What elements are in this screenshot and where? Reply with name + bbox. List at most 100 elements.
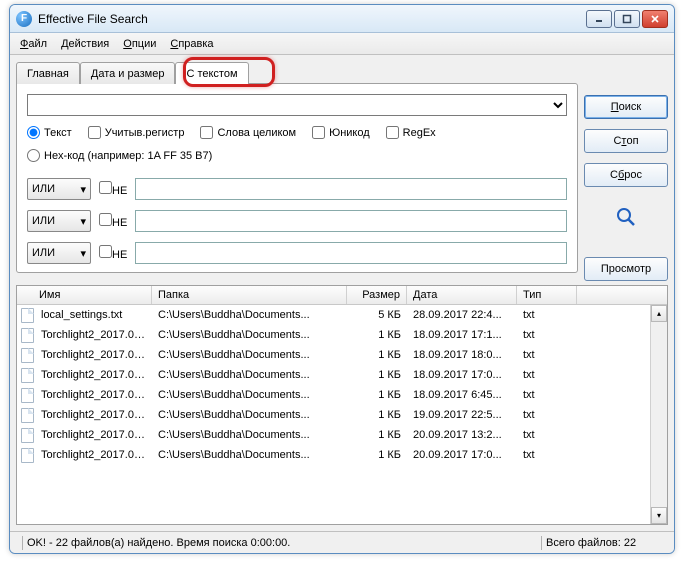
table-header: Имя Папка Размер Дата Тип <box>17 286 667 305</box>
cell-name: local_settings.txt <box>35 309 152 321</box>
condition-1-input[interactable] <box>135 178 567 200</box>
cell-size: 1 КБ <box>347 409 407 421</box>
condition-2-input[interactable] <box>135 210 567 232</box>
window-title: Effective File Search <box>38 12 586 26</box>
condition-2-not[interactable]: НЕ <box>99 213 127 229</box>
app-window: F Effective File Search Файл Действия Оп… <box>9 4 675 554</box>
tab-date-size[interactable]: Дата и размер <box>80 62 176 84</box>
condition-1-operator[interactable]: ИЛИ▾ <box>27 178 91 200</box>
col-date[interactable]: Дата <box>407 286 517 304</box>
view-button[interactable]: Просмотр <box>584 257 668 281</box>
cell-folder: C:\Users\Buddha\Documents... <box>152 309 347 321</box>
table-row[interactable]: Torchlight2_2017.09.2...C:\Users\Buddha\… <box>17 445 650 465</box>
cell-date: 20.09.2017 17:0... <box>407 449 517 461</box>
col-size[interactable]: Размер <box>347 286 407 304</box>
table-row[interactable]: Torchlight2_2017.09.2...C:\Users\Buddha\… <box>17 425 650 445</box>
checkbox-whole-words[interactable]: Слова целиком <box>200 126 296 139</box>
search-text-combo[interactable] <box>27 94 567 116</box>
magnifier-icon <box>614 205 638 229</box>
close-button[interactable] <box>642 10 668 28</box>
cell-name: Torchlight2_2017.09.1... <box>35 349 152 361</box>
condition-3-operator[interactable]: ИЛИ▾ <box>27 242 91 264</box>
cell-folder: C:\Users\Buddha\Documents... <box>152 429 347 441</box>
cell-folder: C:\Users\Buddha\Documents... <box>152 349 347 361</box>
menu-actions[interactable]: Действия <box>61 38 109 50</box>
cell-size: 1 КБ <box>347 389 407 401</box>
chevron-down-icon: ▾ <box>80 247 86 260</box>
app-icon: F <box>16 11 32 27</box>
cell-date: 28.09.2017 22:4... <box>407 309 517 321</box>
cell-size: 1 КБ <box>347 329 407 341</box>
cell-type: txt <box>517 349 577 361</box>
condition-1-not[interactable]: НЕ <box>99 181 127 197</box>
checkbox-case[interactable]: Учитыв.регистр <box>88 126 185 139</box>
file-icon <box>21 348 34 363</box>
status-text-right: Всего файлов: 22 <box>546 537 666 549</box>
chevron-down-icon: ▾ <box>80 215 86 228</box>
cell-type: txt <box>517 329 577 341</box>
cell-type: txt <box>517 389 577 401</box>
file-icon <box>21 308 34 323</box>
radio-text[interactable]: Текст <box>27 126 72 139</box>
cell-date: 20.09.2017 13:2... <box>407 429 517 441</box>
maximize-button[interactable] <box>614 10 640 28</box>
vertical-scrollbar[interactable]: ▴ ▾ <box>650 305 667 524</box>
file-icon <box>21 388 34 403</box>
condition-2-operator[interactable]: ИЛИ▾ <box>27 210 91 232</box>
scroll-down-button[interactable]: ▾ <box>651 507 667 524</box>
tab-main[interactable]: Главная <box>16 62 80 84</box>
menu-options[interactable]: Опции <box>123 38 156 50</box>
menu-help[interactable]: Справка <box>170 38 213 50</box>
cell-folder: C:\Users\Buddha\Documents... <box>152 409 347 421</box>
status-bar: OK! - 22 файлов(а) найдено. Время поиска… <box>10 531 674 553</box>
cell-folder: C:\Users\Buddha\Documents... <box>152 329 347 341</box>
table-row[interactable]: Torchlight2_2017.09.1...C:\Users\Buddha\… <box>17 325 650 345</box>
file-icon <box>21 368 34 383</box>
table-row[interactable]: Torchlight2_2017.09.1...C:\Users\Buddha\… <box>17 405 650 425</box>
cell-size: 1 КБ <box>347 449 407 461</box>
cell-name: Torchlight2_2017.09.2... <box>35 449 152 461</box>
table-row[interactable]: Torchlight2_2017.09.1...C:\Users\Buddha\… <box>17 345 650 365</box>
search-button[interactable]: Поиск <box>584 95 668 119</box>
cell-type: txt <box>517 449 577 461</box>
title-bar[interactable]: F Effective File Search <box>10 5 674 33</box>
cell-folder: C:\Users\Buddha\Documents... <box>152 369 347 381</box>
col-name[interactable]: Имя <box>17 286 152 304</box>
checkbox-unicode[interactable]: Юникод <box>312 126 370 139</box>
file-icon <box>21 328 34 343</box>
cell-folder: C:\Users\Buddha\Documents... <box>152 389 347 401</box>
file-icon <box>21 408 34 423</box>
col-type[interactable]: Тип <box>517 286 577 304</box>
results-table: Имя Папка Размер Дата Тип local_settings… <box>16 285 668 525</box>
cell-size: 1 КБ <box>347 349 407 361</box>
cell-type: txt <box>517 309 577 321</box>
status-text-left: OK! - 22 файлов(а) найдено. Время поиска… <box>27 537 537 549</box>
tab-bar: Главная Дата и размер С текстом <box>16 61 578 83</box>
table-row[interactable]: local_settings.txtC:\Users\Buddha\Docume… <box>17 305 650 325</box>
stop-button[interactable]: Стоп <box>584 129 668 153</box>
condition-3-not[interactable]: НЕ <box>99 245 127 261</box>
cell-date: 18.09.2017 18:0... <box>407 349 517 361</box>
cell-date: 18.09.2017 17:0... <box>407 369 517 381</box>
cell-name: Torchlight2_2017.09.1... <box>35 329 152 341</box>
cell-size: 1 КБ <box>347 429 407 441</box>
scroll-up-button[interactable]: ▴ <box>651 305 667 322</box>
minimize-button[interactable] <box>586 10 612 28</box>
tab-with-text[interactable]: С текстом <box>175 62 248 84</box>
cell-name: Torchlight2_2017.09.1... <box>35 369 152 381</box>
radio-hex[interactable]: Hex-код (например: 1A FF 35 B7) <box>27 149 212 162</box>
chevron-down-icon: ▾ <box>80 183 86 196</box>
cell-folder: C:\Users\Buddha\Documents... <box>152 449 347 461</box>
reset-button[interactable]: Сброс <box>584 163 668 187</box>
condition-3-input[interactable] <box>135 242 567 264</box>
checkbox-regex[interactable]: RegEx <box>386 126 436 139</box>
file-icon <box>21 448 34 463</box>
cell-type: txt <box>517 409 577 421</box>
tab-panel-with-text: Текст Учитыв.регистр Слова целиком Юнико… <box>16 83 578 273</box>
cell-size: 5 КБ <box>347 309 407 321</box>
cell-name: Torchlight2_2017.09.2... <box>35 429 152 441</box>
table-row[interactable]: Torchlight2_2017.09.1...C:\Users\Buddha\… <box>17 365 650 385</box>
menu-file[interactable]: Файл <box>20 38 47 50</box>
col-folder[interactable]: Папка <box>152 286 347 304</box>
table-row[interactable]: Torchlight2_2017.09.1...C:\Users\Buddha\… <box>17 385 650 405</box>
